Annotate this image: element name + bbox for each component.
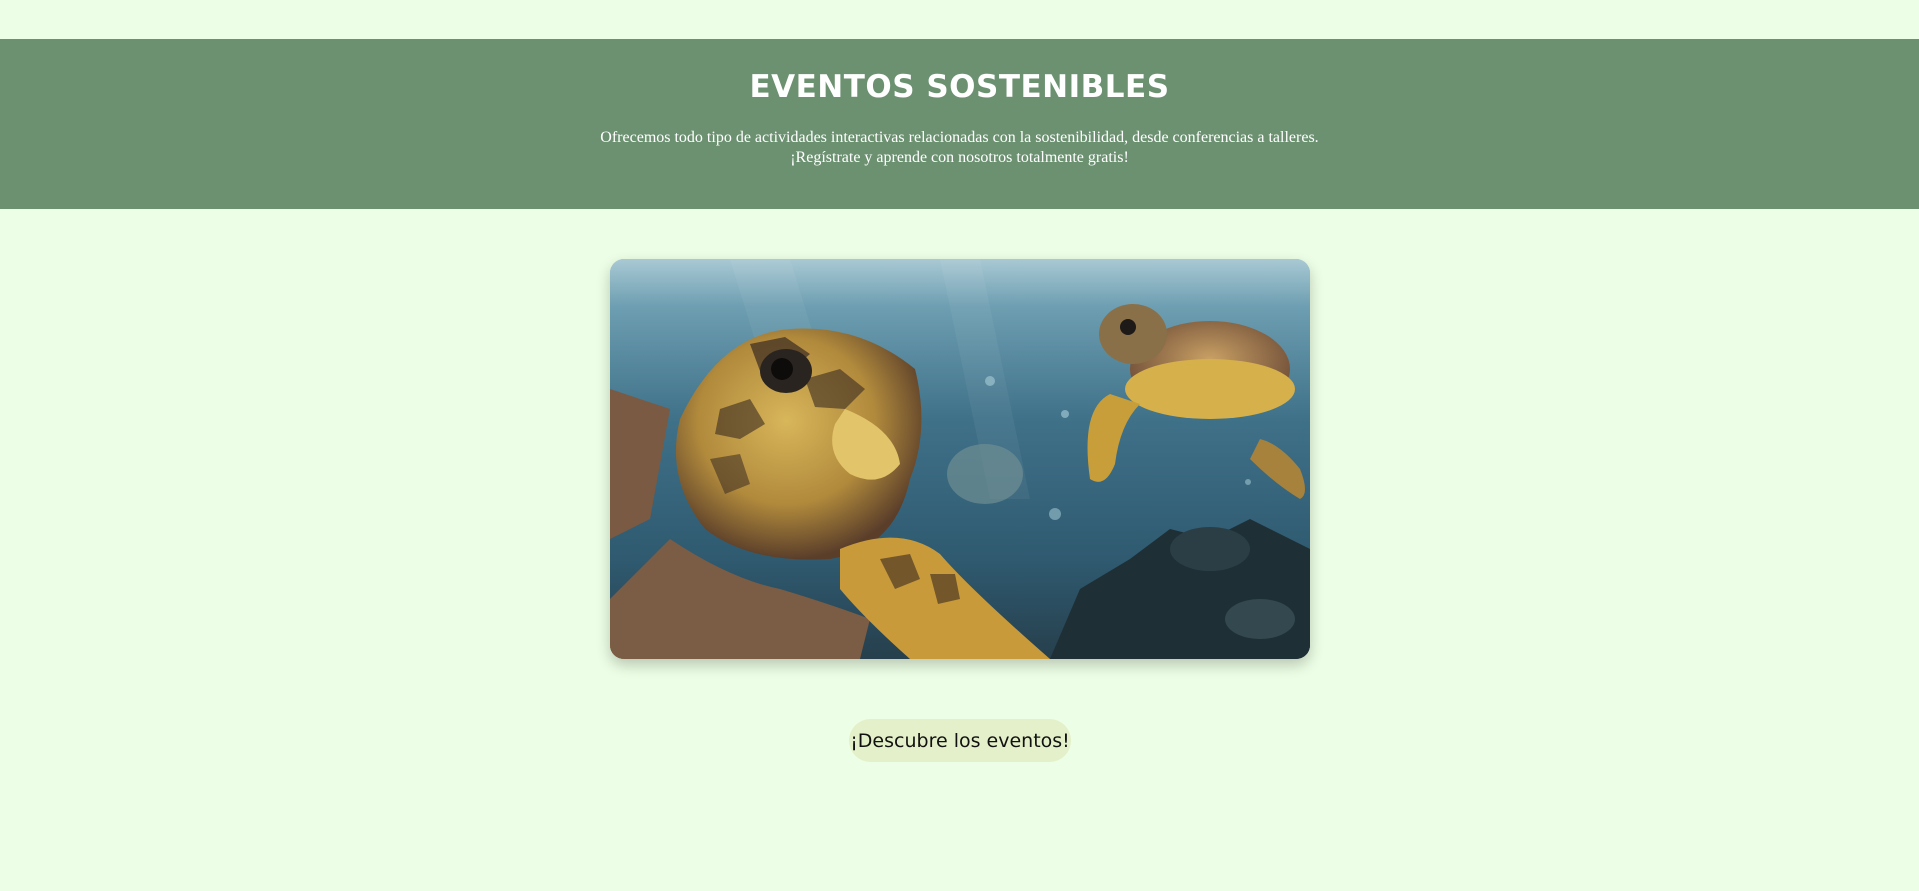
sea-turtles-photo-icon [610,259,1310,659]
page-title: EVENTOS SOSTENIBLES [749,69,1170,105]
hero-description-line-2: ¡Regístrate y aprende con nosotros total… [790,149,1129,166]
hero-description: Ofrecemos todo tipo de actividades inter… [0,128,1919,168]
discover-events-button[interactable]: ¡Descubre los eventos! [849,719,1071,762]
hero-description-line-1: Ofrecemos todo tipo de actividades inter… [600,129,1319,146]
page: EVENTOS SOSTENIBLES Ofrecemos todo tipo … [0,0,1919,891]
hero-image [610,259,1310,659]
hero-banner: EVENTOS SOSTENIBLES Ofrecemos todo tipo … [0,39,1919,209]
